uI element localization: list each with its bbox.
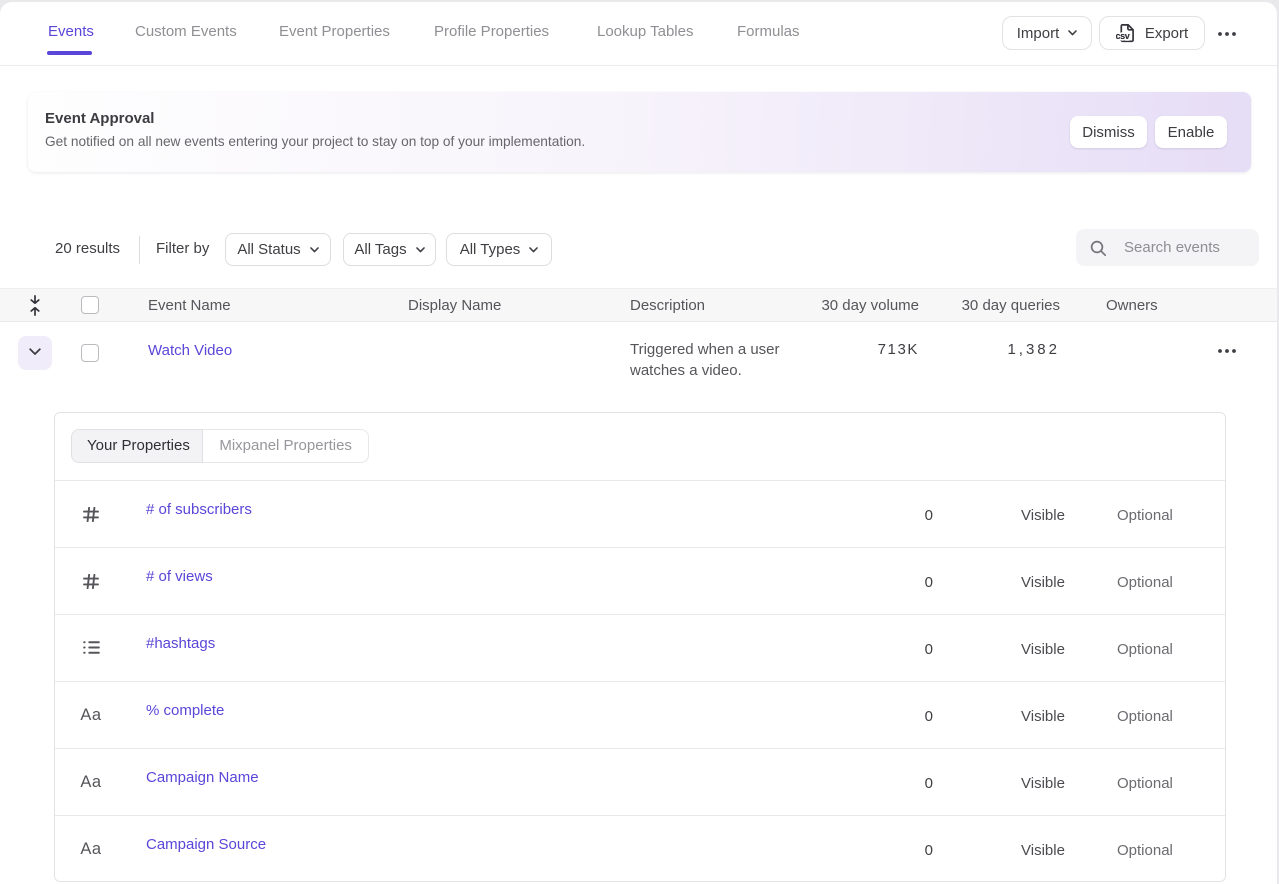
svg-text:csv: csv [1116, 31, 1130, 41]
